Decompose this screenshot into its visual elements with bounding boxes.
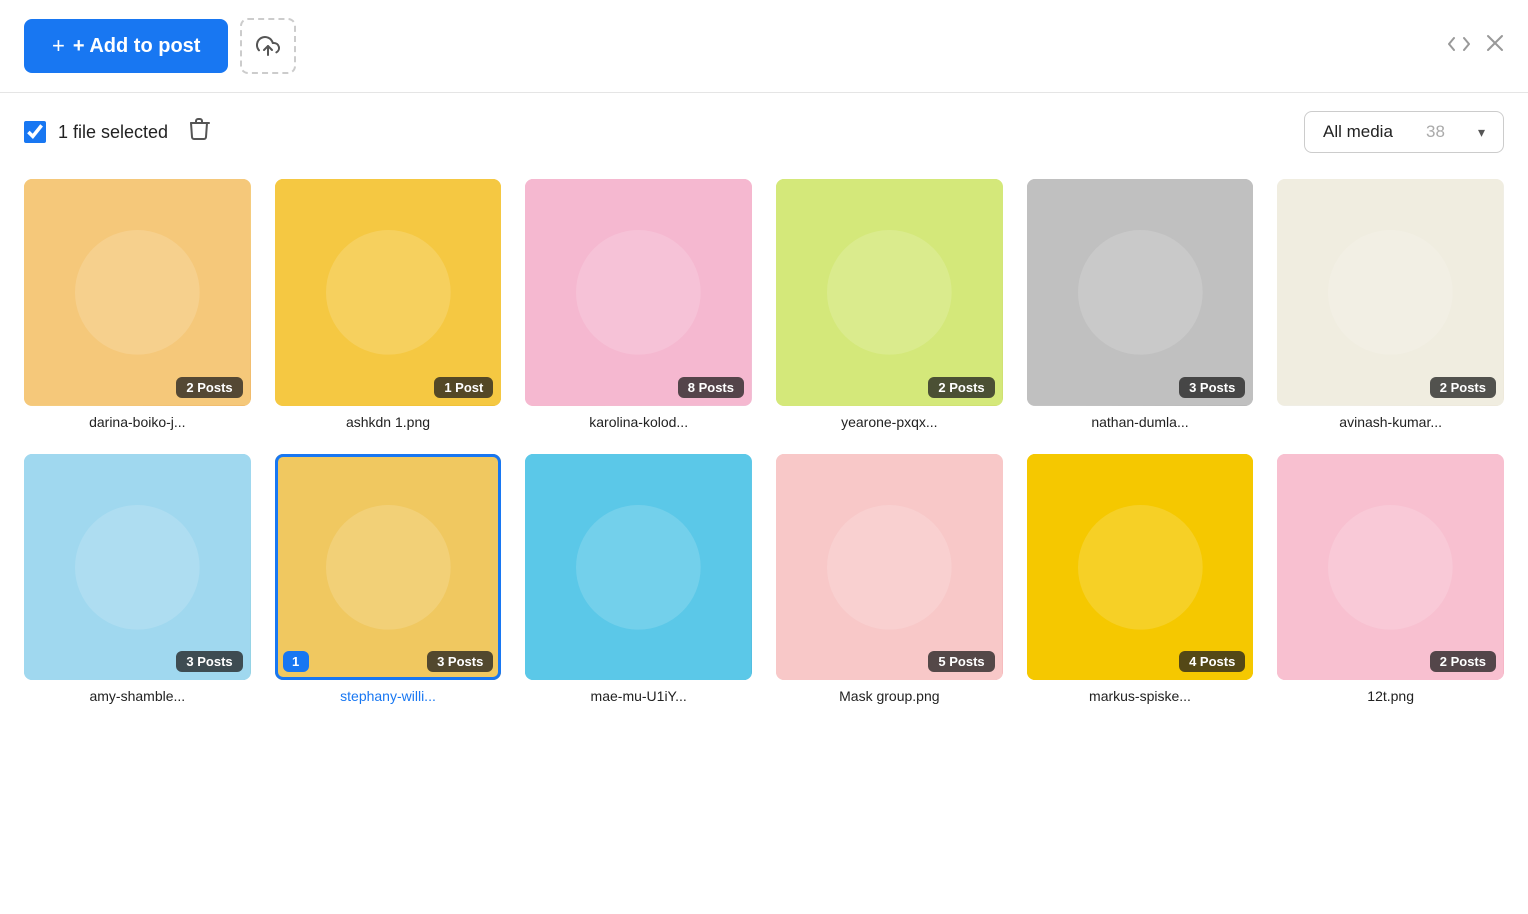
- dropdown-label: All media: [1323, 122, 1393, 142]
- media-image-maemu: [525, 454, 752, 681]
- code-button[interactable]: [1448, 35, 1470, 58]
- media-thumb-yearone[interactable]: 2 Posts: [776, 179, 1003, 406]
- media-image-avinash: [1277, 179, 1504, 406]
- upload-button[interactable]: [240, 18, 296, 74]
- media-item-ashkdn[interactable]: 1 Post ashkdn 1.png: [275, 179, 502, 430]
- media-thumb-amy[interactable]: 3 Posts: [24, 454, 251, 681]
- media-item-stephany[interactable]: 1 3 Posts stephany-willi...: [275, 454, 502, 705]
- posts-count-badge: 3 Posts: [176, 651, 242, 672]
- media-item-mask[interactable]: 5 Posts Mask group.png: [776, 454, 1003, 705]
- media-thumb-darina[interactable]: 2 Posts: [24, 179, 251, 406]
- media-thumb-stephany[interactable]: 1 3 Posts: [275, 454, 502, 681]
- media-filename-nathan: nathan-dumla...: [1027, 414, 1254, 430]
- posts-count-badge: 4 Posts: [1179, 651, 1245, 672]
- media-item-avinash[interactable]: 2 Posts avinash-kumar...: [1277, 179, 1504, 430]
- media-filter: All media 38 ▾: [1304, 111, 1504, 153]
- media-thumb-markus[interactable]: 4 Posts: [1027, 454, 1254, 681]
- media-item-karolina[interactable]: 8 Posts karolina-kolod...: [525, 179, 752, 430]
- media-item-markus[interactable]: 4 Posts markus-spiske...: [1027, 454, 1254, 705]
- toolbar: 1 file selected All media 38 ▾: [0, 93, 1528, 171]
- close-icon: [1486, 34, 1504, 52]
- posts-count-badge: 5 Posts: [928, 651, 994, 672]
- posts-count-badge: 2 Posts: [1430, 651, 1496, 672]
- media-image-mask: [776, 454, 1003, 681]
- media-filename-avinash: avinash-kumar...: [1277, 414, 1504, 430]
- header-actions: [1448, 34, 1504, 58]
- delete-icon: [188, 117, 210, 141]
- media-thumb-mask[interactable]: 5 Posts: [776, 454, 1003, 681]
- media-item-darina[interactable]: 2 Posts darina-boiko-j...: [24, 179, 251, 430]
- media-image-12t: [1277, 454, 1504, 681]
- media-filename-markus: markus-spiske...: [1027, 688, 1254, 704]
- media-item-12t[interactable]: 2 Posts 12t.png: [1277, 454, 1504, 705]
- posts-count-badge: 1 Post: [434, 377, 493, 398]
- media-image-nathan: [1027, 179, 1254, 406]
- media-item-nathan[interactable]: 3 Posts nathan-dumla...: [1027, 179, 1254, 430]
- media-thumb-nathan[interactable]: 3 Posts: [1027, 179, 1254, 406]
- media-filename-stephany: stephany-willi...: [275, 688, 502, 704]
- upload-icon: [256, 34, 280, 58]
- chevron-down-icon: ▾: [1478, 124, 1485, 141]
- selected-label: 1 file selected: [58, 122, 168, 143]
- media-thumb-karolina[interactable]: 8 Posts: [525, 179, 752, 406]
- media-image-markus: [1027, 454, 1254, 681]
- media-item-amy[interactable]: 3 Posts amy-shamble...: [24, 454, 251, 705]
- media-thumb-12t[interactable]: 2 Posts: [1277, 454, 1504, 681]
- posts-count-badge: 8 Posts: [678, 377, 744, 398]
- plus-icon: +: [52, 33, 65, 59]
- code-icon: [1448, 36, 1470, 52]
- select-number-badge: 1: [283, 651, 309, 672]
- media-image-amy: [24, 454, 251, 681]
- dropdown-count: 38: [1426, 122, 1445, 142]
- add-to-post-button[interactable]: + + Add to post: [24, 19, 228, 73]
- media-image-darina: [24, 179, 251, 406]
- posts-count-badge: 2 Posts: [928, 377, 994, 398]
- select-all-checkbox[interactable]: [24, 121, 46, 143]
- media-filename-yearone: yearone-pxqx...: [776, 414, 1003, 430]
- media-image-yearone: [776, 179, 1003, 406]
- media-filename-maemu: mae-mu-U1iY...: [525, 688, 752, 704]
- delete-button[interactable]: [180, 113, 218, 151]
- media-thumb-avinash[interactable]: 2 Posts: [1277, 179, 1504, 406]
- media-image-karolina: [525, 179, 752, 406]
- media-image-ashkdn: [275, 179, 502, 406]
- add-to-post-label: + Add to post: [73, 35, 201, 58]
- media-filename-darina: darina-boiko-j...: [24, 414, 251, 430]
- posts-count-badge: 2 Posts: [1430, 377, 1496, 398]
- media-image-stephany: [275, 454, 502, 681]
- media-filename-12t: 12t.png: [1277, 688, 1504, 704]
- posts-count-badge: 2 Posts: [176, 377, 242, 398]
- posts-count-badge: 3 Posts: [1179, 377, 1245, 398]
- media-thumb-ashkdn[interactable]: 1 Post: [275, 179, 502, 406]
- media-item-maemu[interactable]: mae-mu-U1iY...: [525, 454, 752, 705]
- posts-count-badge: 3 Posts: [427, 651, 493, 672]
- media-filename-mask: Mask group.png: [776, 688, 1003, 704]
- header: + + Add to post: [0, 0, 1528, 93]
- close-button[interactable]: [1486, 34, 1504, 58]
- media-item-yearone[interactable]: 2 Posts yearone-pxqx...: [776, 179, 1003, 430]
- media-filename-ashkdn: ashkdn 1.png: [275, 414, 502, 430]
- media-dropdown-button[interactable]: All media 38 ▾: [1304, 111, 1504, 153]
- media-filename-amy: amy-shamble...: [24, 688, 251, 704]
- media-grid: 2 Posts darina-boiko-j... 1 Post ashkdn 1.p…: [0, 171, 1528, 736]
- media-filename-karolina: karolina-kolod...: [525, 414, 752, 430]
- media-thumb-maemu[interactable]: [525, 454, 752, 681]
